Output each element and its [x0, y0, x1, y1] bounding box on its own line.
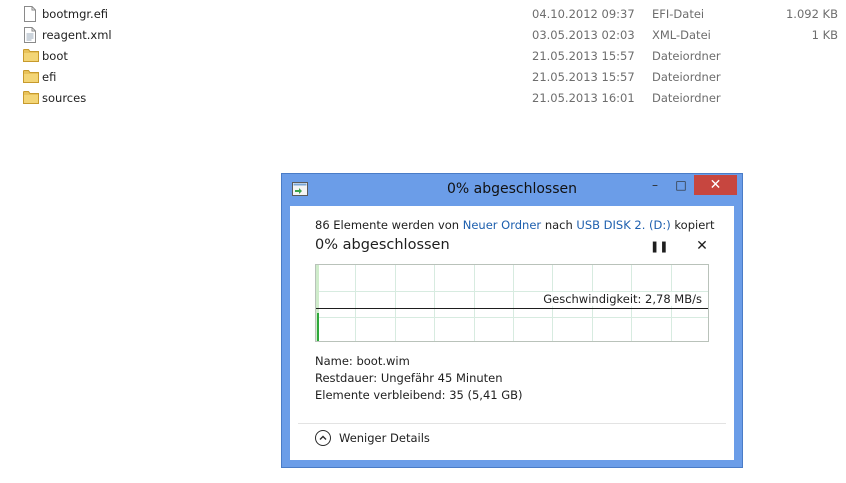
minimize-icon: –: [652, 178, 658, 192]
file-date: 03.05.2013 02:03: [532, 28, 635, 42]
file-type: Dateiordner: [652, 91, 721, 105]
copy-progress-dialog: 0% abgeschlossen – □ ✕ 86 Elemente werde…: [281, 173, 743, 468]
file-name: bootmgr.efi: [42, 7, 109, 21]
detail-name-label: Name:: [315, 354, 353, 368]
destination-drive-link[interactable]: USB DISK 2. (D:): [576, 218, 670, 232]
progress-status: 0% abgeschlossen: [315, 237, 450, 253]
cancel-button[interactable]: ✕: [695, 239, 709, 253]
copy-prefix: 86 Elemente werden von: [315, 218, 460, 232]
detail-items-value: 35 (5,41 GB): [449, 388, 523, 402]
file-type: Dateiordner: [652, 70, 721, 84]
details-divider: [298, 423, 726, 424]
detail-remaining-label: Restdauer:: [315, 371, 378, 385]
source-folder-link[interactable]: Neuer Ordner: [463, 218, 541, 232]
folder-icon: [23, 90, 39, 106]
file-date: 04.10.2012 09:37: [532, 7, 635, 21]
file-size: 1 KB: [811, 28, 838, 42]
copy-mid: nach: [544, 218, 573, 232]
file-row[interactable]: sources 21.05.2013 16:01 Dateiordner: [0, 88, 846, 109]
file-type: XML-Datei: [652, 28, 711, 42]
pause-button[interactable]: ❚❚: [650, 240, 668, 254]
detail-remaining: Restdauer: Ungefähr 45 Minuten: [315, 371, 503, 385]
folder-icon: [23, 69, 39, 85]
file-row[interactable]: efi 21.05.2013 15:57 Dateiordner: [0, 67, 846, 88]
cancel-icon: ✕: [696, 238, 708, 254]
file-size: 1.092 KB: [785, 7, 838, 21]
copy-suffix: kopiert: [674, 218, 715, 232]
file-name: reagent.xml: [42, 28, 112, 42]
document-icon: [23, 27, 37, 43]
detail-name: Name: boot.wim: [315, 354, 410, 368]
file-icon: [23, 6, 37, 22]
chevron-up-icon: [315, 430, 331, 446]
file-date: 21.05.2013 16:01: [532, 91, 635, 105]
speed-label: Geschwindigkeit: 2,78 MB/s: [542, 292, 703, 306]
transfer-speed-graph: Geschwindigkeit: 2,78 MB/s: [315, 264, 709, 342]
detail-name-value: boot.wim: [356, 354, 410, 368]
pause-icon: ❚❚: [650, 240, 669, 253]
file-type: Dateiordner: [652, 49, 721, 63]
maximize-icon: □: [675, 178, 687, 192]
copy-description: 86 Elemente werden von Neuer Ordner nach…: [315, 218, 715, 232]
file-name: sources: [42, 91, 87, 105]
minimize-button[interactable]: –: [642, 175, 668, 195]
file-row[interactable]: reagent.xml 03.05.2013 02:03 XML-Datei 1 KB: [0, 25, 846, 46]
file-date: 21.05.2013 15:57: [532, 70, 635, 84]
folder-icon: [23, 48, 39, 64]
speed-sample-bar: [317, 313, 319, 341]
dialog-content: 86 Elemente werden von Neuer Ordner nach…: [290, 206, 734, 460]
file-row[interactable]: bootmgr.efi 04.10.2012 09:37 EFI-Datei 1.09…: [0, 4, 846, 25]
close-icon: ✕: [709, 177, 722, 193]
file-date: 21.05.2013 15:57: [532, 49, 635, 63]
file-type: EFI-Datei: [652, 7, 705, 21]
dialog-titlebar[interactable]: 0% abgeschlossen – □ ✕: [282, 174, 742, 205]
fewer-details-label: Weniger Details: [339, 431, 430, 445]
maximize-button[interactable]: □: [668, 175, 694, 195]
close-button[interactable]: ✕: [694, 175, 737, 195]
file-name: efi: [42, 70, 57, 84]
file-row[interactable]: boot 21.05.2013 15:57 Dateiordner: [0, 46, 846, 67]
file-name: boot: [42, 49, 68, 63]
detail-items-label: Elemente verbleibend:: [315, 388, 446, 402]
detail-remaining-value: Ungefähr 45 Minuten: [380, 371, 503, 385]
detail-items: Elemente verbleibend: 35 (5,41 GB): [315, 388, 523, 402]
